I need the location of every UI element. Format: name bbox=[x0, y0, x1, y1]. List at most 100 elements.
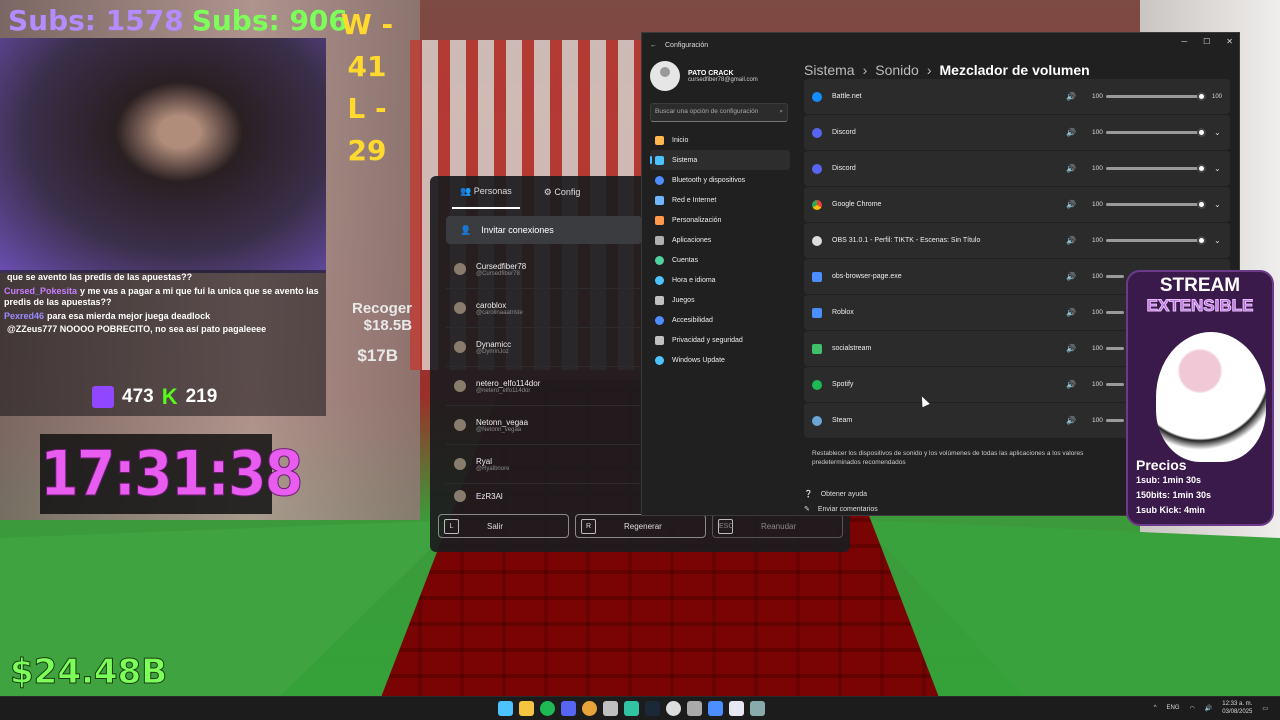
nav-juegos[interactable]: Juegos bbox=[650, 290, 790, 310]
volume-slider[interactable] bbox=[1106, 383, 1124, 386]
app-icon[interactable] bbox=[729, 701, 744, 716]
bluetooth-icon bbox=[655, 175, 664, 185]
steam-icon[interactable] bbox=[645, 701, 660, 716]
volume-icon[interactable]: 🔊 bbox=[1205, 705, 1212, 712]
volume-slider[interactable] bbox=[1106, 275, 1124, 278]
volume-slider[interactable] bbox=[1106, 200, 1206, 209]
volume-slider[interactable] bbox=[1106, 347, 1124, 350]
panel-subtitle: EXTENSIBLE bbox=[1146, 296, 1254, 316]
kick-viewers: 219 bbox=[185, 386, 218, 407]
streamlabs-icon[interactable] bbox=[624, 701, 639, 716]
nav-label: Hora e idioma bbox=[672, 276, 716, 284]
nav-label: Inicio bbox=[672, 136, 689, 144]
search-icon: ⌕ bbox=[779, 108, 783, 115]
maximize-button[interactable]: ☐ bbox=[1203, 37, 1210, 46]
settings-icon[interactable] bbox=[750, 701, 765, 716]
friend-row[interactable]: Cursedfiber78 @Cursedfiber78 bbox=[446, 250, 640, 289]
friend-handle: @Cursedfiber78 bbox=[476, 270, 520, 277]
nav-bluetooth[interactable]: Bluetooth y dispositivos bbox=[650, 170, 790, 190]
apps-icon bbox=[655, 235, 664, 245]
slider-thumb[interactable] bbox=[1197, 236, 1206, 245]
speaker-icon[interactable]: 🔊 bbox=[1066, 272, 1076, 281]
invite-connections-button[interactable]: 👤 Invitar conexiones bbox=[446, 216, 642, 244]
update-icon bbox=[655, 355, 664, 365]
user-profile[interactable]: PATO CRACK cursedfiber78@gmail.com bbox=[650, 61, 758, 91]
volume-slider[interactable] bbox=[1106, 128, 1206, 137]
slider-thumb[interactable] bbox=[1197, 128, 1206, 137]
notification-icon[interactable]: ▭ bbox=[1262, 705, 1268, 712]
chevron-down-icon[interactable]: ⌄ bbox=[1214, 128, 1221, 137]
slider-thumb[interactable] bbox=[1197, 200, 1206, 209]
slider-thumb[interactable] bbox=[1197, 92, 1206, 101]
chat-message: que se avento las predis de las apuestas… bbox=[4, 272, 322, 284]
discord-icon[interactable] bbox=[561, 701, 576, 716]
leave-button[interactable]: L Salir bbox=[438, 514, 569, 538]
speaker-icon[interactable]: 🔊 bbox=[1066, 128, 1076, 137]
obs-icon[interactable] bbox=[666, 701, 681, 716]
tab-config[interactable]: ⚙ Config bbox=[544, 187, 581, 198]
volume-slider[interactable] bbox=[1106, 419, 1124, 422]
respawn-button[interactable]: R Regenerar bbox=[575, 514, 706, 538]
nav-inicio[interactable]: Inicio bbox=[650, 130, 790, 150]
speaker-icon[interactable]: 🔊 bbox=[1066, 308, 1076, 317]
speaker-icon[interactable]: 🔊 bbox=[1066, 416, 1076, 425]
nav-red[interactable]: Red e Internet bbox=[650, 190, 790, 210]
volume-slider[interactable] bbox=[1106, 164, 1206, 173]
get-help-link[interactable]: ❔ Obtener ayuda bbox=[804, 490, 878, 499]
speaker-icon[interactable]: 🔊 bbox=[1066, 164, 1076, 173]
volume-slider[interactable] bbox=[1106, 311, 1124, 314]
nav-sistema[interactable]: Sistema bbox=[650, 150, 790, 170]
nav-privacidad[interactable]: Privacidad y seguridad bbox=[650, 330, 790, 350]
volume-value: 100 bbox=[1092, 345, 1103, 352]
breadcrumb-item[interactable]: Sistema bbox=[804, 62, 855, 78]
close-button[interactable]: ✕ bbox=[1226, 37, 1233, 46]
nav-aplicaciones[interactable]: Aplicaciones bbox=[650, 230, 790, 250]
volume-slider[interactable] bbox=[1106, 92, 1206, 101]
windows-start-icon[interactable] bbox=[498, 701, 513, 716]
slider-thumb[interactable] bbox=[1197, 164, 1206, 173]
speaker-icon[interactable]: 🔊 bbox=[1066, 380, 1076, 389]
back-arrow-icon[interactable]: ← bbox=[650, 42, 657, 49]
friend-row[interactable]: Netonn_vegaa @Netonn_vegaa bbox=[446, 406, 640, 445]
speaker-icon[interactable]: 🔊 bbox=[1066, 344, 1076, 353]
twitch-icon bbox=[92, 386, 114, 408]
app-volume-row: Discord 🔊 100 ⌄ bbox=[804, 151, 1230, 186]
help-label: Obtener ayuda bbox=[820, 490, 868, 498]
notepad-icon[interactable] bbox=[687, 701, 702, 716]
breadcrumb-item[interactable]: Sonido bbox=[875, 62, 919, 78]
roblox-icon[interactable] bbox=[708, 701, 723, 716]
friend-row[interactable]: Dynamicc @DymInJoz bbox=[446, 328, 640, 367]
wifi-icon[interactable]: ◠ bbox=[1190, 705, 1195, 712]
roblox-menu-actions: L Salir R Regenerar ESC Reanudar bbox=[438, 514, 843, 538]
taskbar-clock[interactable]: 12:33 a. m. 03/08/2025 bbox=[1222, 700, 1252, 716]
nav-accesibilidad[interactable]: Accesibilidad bbox=[650, 310, 790, 330]
chrome-icon[interactable] bbox=[582, 701, 597, 716]
folder-icon[interactable] bbox=[519, 701, 534, 716]
friend-row[interactable]: caroblox @carolinaaatriste bbox=[446, 289, 640, 328]
nav-cuentas[interactable]: Cuentas bbox=[650, 250, 790, 270]
avatar bbox=[650, 61, 680, 91]
add-person-icon: 👤 bbox=[460, 224, 472, 235]
speaker-icon[interactable]: 🔊 bbox=[1066, 236, 1076, 245]
minimize-button[interactable]: ─ bbox=[1181, 37, 1187, 46]
app-icon[interactable] bbox=[603, 701, 618, 716]
chevron-down-icon[interactable]: ⌄ bbox=[1214, 236, 1221, 245]
speaker-icon[interactable]: 🔊 bbox=[1066, 200, 1076, 209]
spotify-icon[interactable] bbox=[540, 701, 555, 716]
chevron-up-icon[interactable]: ^ bbox=[1154, 705, 1157, 711]
chevron-down-icon[interactable]: ⌄ bbox=[1214, 164, 1221, 173]
language-indicator[interactable]: ENG bbox=[1167, 705, 1180, 711]
speaker-icon[interactable]: 🔊 bbox=[1066, 92, 1076, 101]
friend-row[interactable]: netero_elfo114dor @netero_elfo114dor bbox=[446, 367, 640, 406]
nav-personalizacion[interactable]: Personalización bbox=[650, 210, 790, 230]
friend-row[interactable]: EzR3Al bbox=[446, 484, 640, 508]
nav-hora[interactable]: Hora e idioma bbox=[650, 270, 790, 290]
tab-personas[interactable]: 👥 Personas bbox=[452, 176, 520, 209]
chevron-down-icon[interactable]: ⌄ bbox=[1214, 200, 1221, 209]
volume-slider[interactable] bbox=[1106, 236, 1206, 245]
nav-windows-update[interactable]: Windows Update bbox=[650, 350, 790, 370]
feedback-link[interactable]: ✎ Enviar comentarios bbox=[804, 505, 878, 514]
settings-search-input[interactable]: Buscar una opción de configuración ⌕ bbox=[650, 103, 788, 122]
friend-row[interactable]: Ryal @Ryalbnore bbox=[446, 445, 640, 484]
app-name: OBS 31.0.1 - Perfil: TIKTK - Escenas: Si… bbox=[832, 237, 981, 244]
